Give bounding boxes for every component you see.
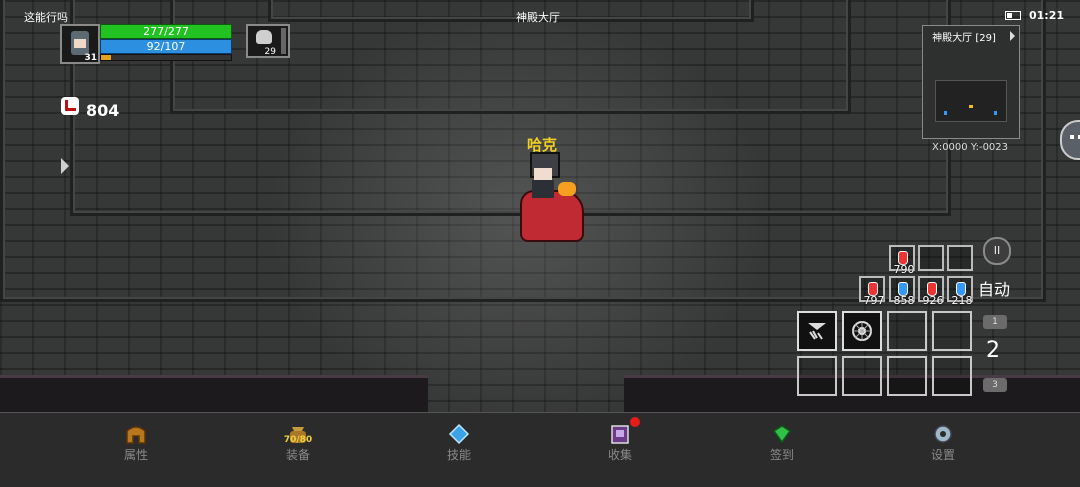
potion-count: 926: [922, 294, 944, 307]
hero-body: [532, 180, 554, 198]
player-level: 31: [84, 53, 97, 63]
skill-slot-8[interactable]: [932, 356, 972, 396]
skill-gem-icon: [448, 423, 470, 445]
coordinates: X:0000 Y:-0023: [931, 142, 1009, 153]
xp-fill: [101, 55, 112, 60]
collection-book-icon: [611, 425, 629, 444]
mp-text: 92/107: [146, 40, 186, 53]
potion-slot[interactable]: 858: [889, 276, 915, 307]
floor-pit-left: [0, 375, 428, 412]
skill-slot-2[interactable]: [842, 311, 882, 351]
hero-face: [534, 168, 552, 180]
location-title: 神殿大厅: [516, 11, 560, 24]
pet-level: 29: [264, 47, 276, 57]
minimap-title: 神殿大厅 [29]: [932, 33, 996, 44]
skill-slot-5[interactable]: [797, 356, 837, 396]
potion-count: 790: [893, 263, 915, 276]
minimap[interactable]: 神殿大厅 [29]: [922, 25, 1020, 139]
gear-icon: [934, 425, 952, 443]
potion-slot[interactable]: 218: [947, 276, 973, 307]
mount-head: [558, 182, 576, 196]
pet-gauge: [281, 28, 286, 54]
chat-bubble-button[interactable]: [1060, 120, 1080, 160]
nav-label: 技能: [446, 448, 471, 462]
player-avatar[interactable]: 31: [60, 24, 100, 64]
notification-dot: [630, 417, 640, 427]
potion-slot[interactable]: 926: [918, 276, 944, 307]
skill-arrows-icon: [808, 323, 826, 340]
pet-avatar[interactable]: 29: [246, 24, 290, 58]
nav-skills[interactable]: 技能: [419, 413, 499, 487]
hp-bar: 277/277: [100, 24, 232, 39]
skull-icon: [256, 30, 272, 44]
nav-label: 设置: [930, 448, 955, 462]
skill-page-up-button[interactable]: 1: [983, 315, 1007, 329]
hp-text: 277/277: [143, 25, 189, 38]
minimap-door-right: [994, 111, 997, 115]
nav-attributes[interactable]: 属性: [96, 413, 176, 487]
skill-slot-6[interactable]: [842, 356, 882, 396]
minimap-door-left: [944, 111, 947, 115]
player-character[interactable]: [520, 152, 584, 244]
potion-slot[interactable]: 790: [889, 245, 915, 276]
skill-slot-7[interactable]: [887, 356, 927, 396]
nav-badge-text: 70/80: [283, 435, 313, 445]
skill-page-current: 2: [986, 338, 1000, 363]
skill-burst-icon: [852, 321, 872, 341]
skill-page-down-button[interactable]: 3: [983, 378, 1007, 392]
auto-toggle[interactable]: 自动: [978, 276, 1010, 300]
skill-slot-4[interactable]: [932, 311, 972, 351]
skill-slot-3[interactable]: [887, 311, 927, 351]
minimap-room: [935, 80, 1007, 122]
nav-label: 属性: [123, 448, 148, 462]
player-portrait-icon: [71, 31, 89, 55]
status-text-left: 这能行吗: [24, 11, 68, 24]
expand-arrow-icon[interactable]: [61, 158, 69, 174]
mp-bar: 92/107: [100, 39, 232, 54]
potion-slot[interactable]: [918, 245, 944, 271]
helmet-icon: [126, 426, 146, 444]
timer-icon: [61, 97, 79, 115]
potion-slot[interactable]: 797: [859, 276, 885, 307]
diamond-icon: [772, 425, 792, 444]
skill-slot-1[interactable]: [797, 311, 837, 351]
potion-count: 797: [863, 294, 885, 307]
nav-equipment[interactable]: 70/80 装备: [258, 413, 338, 487]
minimap-expand-icon[interactable]: [1010, 31, 1015, 41]
timer-value: 804: [86, 101, 120, 120]
nav-label: 签到: [769, 448, 794, 462]
potion-count: 218: [951, 294, 973, 307]
nav-checkin[interactable]: 签到: [742, 413, 822, 487]
pause-button[interactable]: II: [983, 237, 1011, 265]
clock-time: 01:21: [1029, 9, 1065, 22]
nav-label: 收集: [607, 448, 632, 462]
nav-collection[interactable]: 收集: [580, 413, 660, 487]
minimap-door-mid: [969, 105, 973, 108]
battery-icon: [1005, 11, 1021, 20]
nav-label: 装备: [285, 448, 310, 462]
nav-settings[interactable]: 设置: [903, 413, 983, 487]
game-view[interactable]: 这能行吗 神殿大厅 01:21 31 277/277 92/107 29 804…: [0, 0, 1080, 412]
potion-slot[interactable]: [947, 245, 973, 271]
bottom-nav: 属性 70/80 装备 技能 收集 签到 设置: [0, 412, 1080, 487]
potion-count: 858: [893, 294, 915, 307]
xp-bar: [100, 54, 232, 61]
